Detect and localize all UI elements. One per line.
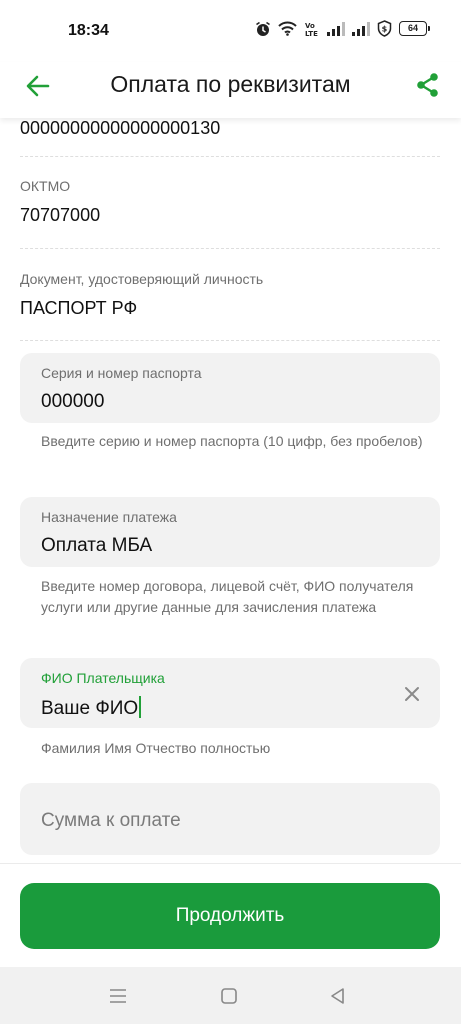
payer-name-label: ФИО Плательщика (41, 670, 165, 686)
battery-icon: 64 (399, 21, 430, 36)
divider (20, 248, 440, 249)
amount-input[interactable]: Сумма к оплате (20, 783, 440, 855)
purpose-input[interactable]: Назначение платежа Оплата МБА (20, 497, 440, 567)
oktmo-value: 70707000 (20, 205, 101, 225)
page-title: Оплата по реквизитам (110, 71, 351, 97)
status-time: 18:34 (68, 22, 109, 39)
document-label: Документ, удостоверяющий личность (20, 271, 264, 287)
purpose-hint: Введите номер договора, лицевой счёт, ФИ… (41, 578, 414, 615)
account-value: 00000000000000000130 (20, 118, 221, 138)
shield-dollar-icon: $ (377, 20, 392, 37)
passport-hint: Введите серию и номер паспорта (10 цифр,… (41, 433, 423, 449)
form-content[interactable]: 00000000000000000130 ОКТМО 70707000 Доку… (0, 118, 461, 863)
system-nav-bar (0, 967, 461, 1024)
payer-name-value: Ваше ФИО (41, 698, 139, 719)
purpose-label: Назначение платежа (41, 509, 177, 525)
volte-icon: Vo LTE (304, 21, 320, 37)
purpose-value: Оплата МБА (41, 535, 153, 556)
oktmo-label: ОКТМО (20, 178, 71, 194)
payer-name-input[interactable]: ФИО Плательщика Ваше ФИО (20, 658, 440, 728)
back-triangle-icon[interactable] (327, 985, 349, 1007)
divider (20, 156, 440, 157)
clear-icon[interactable] (404, 686, 420, 702)
svg-text:Vo: Vo (305, 22, 315, 30)
document-field: Документ, удостоверяющий личность ПАСПОР… (20, 271, 440, 319)
svg-text:LTE: LTE (305, 30, 318, 37)
svg-text:$: $ (382, 25, 388, 34)
payer-name-value-wrap: Ваше ФИО (41, 696, 142, 720)
status-bar: 18:34 Vo LTE $ 64 (0, 0, 461, 62)
divider (20, 340, 440, 341)
menu-icon[interactable] (107, 985, 129, 1007)
signal-icon (327, 21, 345, 36)
signal-icon-2 (352, 21, 370, 36)
passport-value: 000000 (41, 391, 105, 412)
alarm-icon (255, 21, 271, 37)
share-icon[interactable] (413, 70, 443, 100)
account-field: 00000000000000000130 (20, 118, 440, 139)
app-header: Оплата по реквизитам (0, 62, 461, 118)
footer-divider (0, 863, 461, 864)
text-caret (139, 696, 142, 718)
payer-name-hint: Фамилия Имя Отчество полностью (41, 740, 271, 756)
document-value: ПАСПОРТ РФ (20, 298, 138, 318)
continue-button[interactable]: Продолжить (20, 883, 440, 949)
amount-placeholder: Сумма к оплате (41, 810, 181, 831)
status-icons: Vo LTE $ 64 (255, 20, 430, 37)
oktmo-field: ОКТМО 70707000 (20, 178, 440, 226)
home-icon[interactable] (218, 985, 240, 1007)
passport-label: Серия и номер паспорта (41, 365, 202, 381)
passport-input[interactable]: Серия и номер паспорта 000000 (20, 353, 440, 423)
wifi-icon (278, 21, 297, 36)
